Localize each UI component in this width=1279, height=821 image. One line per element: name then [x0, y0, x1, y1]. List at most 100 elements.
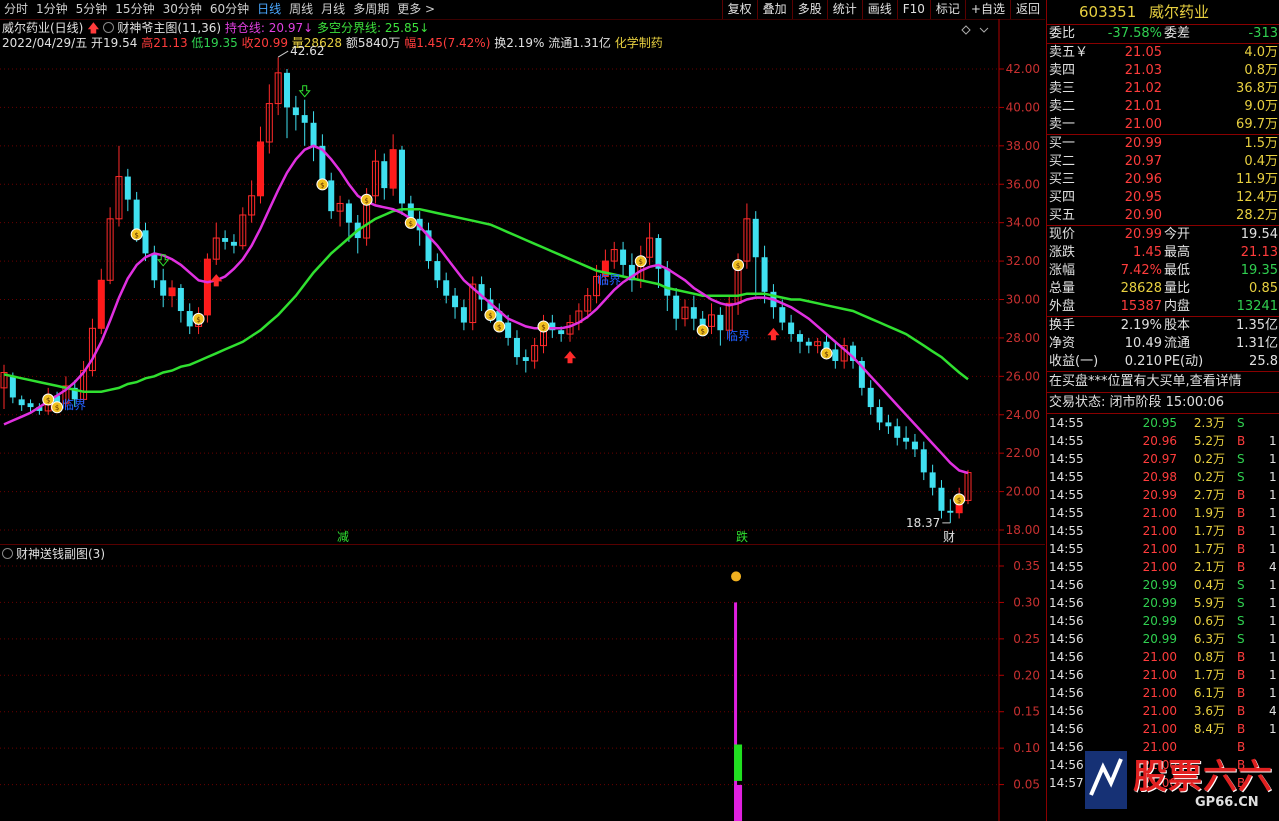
- min-price-label: 18.37: [906, 516, 940, 530]
- candle-body: [920, 449, 927, 473]
- signal-fall-label: 跌: [736, 529, 748, 544]
- tick-count: 1: [1269, 524, 1277, 538]
- critical-label: 临界: [597, 273, 621, 287]
- tick-list[interactable]: 14:55 20.95 2.3万 S 14:55 20.96 5.2万 B 1 14:55 20.9…: [1047, 414, 1279, 792]
- candle-body: [805, 341, 812, 346]
- tick-side: B: [1237, 722, 1246, 736]
- critical-label: 临界: [62, 398, 86, 412]
- money-bag-symbol: $: [541, 324, 545, 332]
- subchart-axis-label: 0.35: [1013, 559, 1040, 573]
- hold-line: [3, 144, 969, 475]
- candle-body: [292, 107, 299, 116]
- tick-volume: 5.2万: [1193, 434, 1225, 448]
- stat-row-value: 0.210: [1124, 354, 1162, 369]
- tick-time: 14:56: [1049, 686, 1084, 700]
- bid-row: 买二 20.97 0.4万: [1047, 153, 1279, 171]
- candle-body: [558, 330, 565, 335]
- tick-row: 14:56 21.00 3.6万 B 4: [1047, 702, 1279, 720]
- tick-row: 14:55 20.99 2.7万 B 1: [1047, 486, 1279, 504]
- tick-row: 14:55 20.96 5.2万 B 1: [1047, 432, 1279, 450]
- bid-row-label: 买一: [1049, 136, 1076, 151]
- tick-price: 21.00: [1142, 722, 1177, 736]
- stat-row-value2: 21.13: [1240, 245, 1278, 260]
- tick-time: 14:56: [1049, 668, 1084, 682]
- bid-row-value: 20.96: [1124, 172, 1162, 187]
- tick-side: S: [1237, 632, 1245, 646]
- ask-row-value2: 36.8万: [1236, 81, 1278, 96]
- stat-row-value: 7.42%: [1120, 263, 1162, 278]
- tick-row: 14:55 21.00 1.9万 B 1: [1047, 504, 1279, 522]
- diamond-icon: [961, 25, 971, 35]
- tick-price: 20.99: [1142, 578, 1177, 592]
- bid-row-value2: 12.4万: [1236, 190, 1278, 205]
- stat-row-value2: 19.35: [1240, 263, 1278, 278]
- tick-count: 1: [1269, 506, 1277, 520]
- candle-body: [301, 115, 308, 123]
- tick-time: 14:56: [1049, 740, 1084, 754]
- bid-row: 买四 20.95 12.4万: [1047, 189, 1279, 207]
- tick-time: 14:55: [1049, 452, 1084, 466]
- tick-count: 4: [1269, 704, 1277, 718]
- tick-count: 1: [1269, 470, 1277, 484]
- logo-name: 股票六六: [1133, 757, 1273, 797]
- candle-body: [938, 487, 945, 511]
- price-axis-label: 22.00: [1006, 446, 1040, 460]
- candle-body: [452, 295, 459, 308]
- big-order-notice[interactable]: 在买盘***位置有大买单,查看详情: [1047, 372, 1279, 393]
- money-bag-symbol: $: [497, 324, 501, 332]
- price-axis-label: 18.00: [1006, 523, 1040, 537]
- stat-row-label: 现价: [1049, 227, 1076, 242]
- stat-row-label2: 今开: [1164, 227, 1191, 242]
- candle-body: [673, 295, 680, 319]
- money-bag-icon: $: [51, 401, 64, 414]
- money-bag-symbol: $: [196, 316, 200, 324]
- money-bag-icon: $: [192, 312, 205, 325]
- subchart-indicator[interactable]: 0.35 0.30 0.25 0.20 0.15 0.10 0.05: [0, 545, 1045, 821]
- candlestick-chart[interactable]: 42.00 40.00 38.00 36.00 34.00 32.00 30.00 28.00…: [0, 0, 1045, 545]
- stat-row: 净资 10.49 流通 1.31亿: [1047, 335, 1279, 353]
- candle-body: [434, 261, 441, 281]
- money-bag-symbol: $: [736, 262, 740, 270]
- tick-count: 1: [1269, 542, 1277, 556]
- subchart-axis-label: 0.10: [1013, 741, 1040, 755]
- tick-side: S: [1237, 470, 1245, 484]
- tick-row: 14:56 20.99 0.4万 S 1: [1047, 576, 1279, 594]
- tick-price: 20.97: [1142, 452, 1177, 466]
- tick-row: 14:56 21.00 0.8万 B 1: [1047, 648, 1279, 666]
- candle-body: [124, 176, 131, 200]
- candle-body: [867, 387, 874, 408]
- money-bag-icon: $: [493, 320, 506, 333]
- candle-body-solid: [98, 280, 105, 329]
- tick-price: 20.99: [1142, 488, 1177, 502]
- money-bag-icon: $: [537, 320, 550, 333]
- stat-row-label2: 量比: [1164, 281, 1191, 296]
- ask-row: 卖三 21.02 36.8万: [1047, 80, 1279, 98]
- tick-row: 14:56 21.00 6.1万 B 1: [1047, 684, 1279, 702]
- tick-count: 1: [1269, 452, 1277, 466]
- tick-volume: 0.2万: [1193, 470, 1225, 484]
- stat-row-label: 净资: [1049, 336, 1076, 351]
- stat-row: 换手 2.19% 股本 1.35亿: [1047, 317, 1279, 335]
- bid-row-label: 买二: [1049, 154, 1076, 169]
- price-axis-label: 32.00: [1006, 254, 1040, 268]
- tick-row: 14:55 21.00 1.7万 B 1: [1047, 522, 1279, 540]
- tick-count: 1: [1269, 488, 1277, 502]
- tick-price: 21.00: [1142, 524, 1177, 538]
- stat-row-label: 外盘: [1049, 299, 1076, 314]
- stat-row-value2: 13241: [1236, 299, 1278, 314]
- ask-row: 卖一 21.00 69.7万: [1047, 116, 1279, 134]
- money-bag-icon: $: [484, 309, 497, 322]
- candle-body: [222, 238, 229, 242]
- candle-body: [505, 322, 512, 338]
- candle-body: [381, 161, 388, 189]
- candle-body: [310, 122, 317, 146]
- tick-volume: 0.4万: [1193, 578, 1225, 592]
- weicha-value: -313: [1248, 26, 1278, 41]
- tick-side: B: [1237, 506, 1246, 520]
- stat-row-label2: 流通: [1164, 336, 1191, 351]
- candle-body: [133, 199, 140, 231]
- tick-count: 1: [1269, 632, 1277, 646]
- price-axis-label: 38.00: [1006, 139, 1040, 153]
- candle-body: [443, 280, 450, 296]
- stat-row-value2: 25.8: [1249, 354, 1278, 369]
